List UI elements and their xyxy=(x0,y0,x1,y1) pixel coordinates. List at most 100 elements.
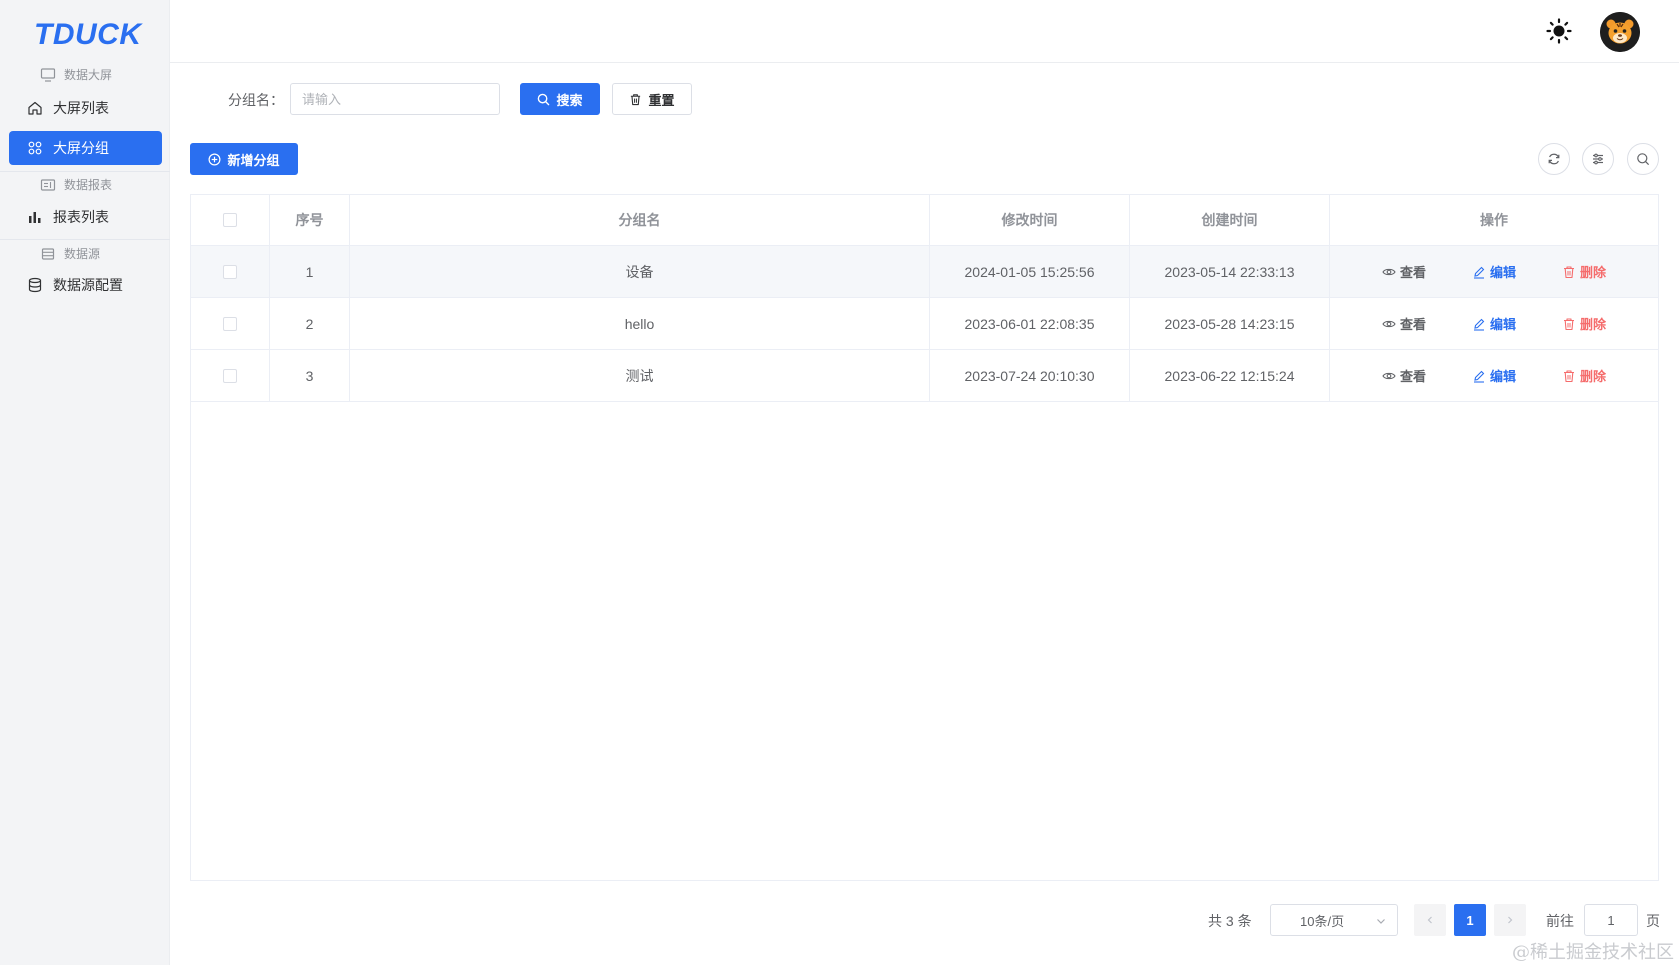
prev-page-button[interactable] xyxy=(1414,904,1446,936)
sidebar-item-label: 大屏列表 xyxy=(53,100,109,116)
sidebar-item-screen-list[interactable]: 大屏列表 xyxy=(9,91,162,125)
delete-label: 删除 xyxy=(1579,265,1606,280)
view-button[interactable]: 查看 xyxy=(1359,262,1449,281)
table-row[interactable]: 2 hello 2023-06-01 22:08:35 2023-05-28 1… xyxy=(191,298,1658,350)
row-actions: 查看 编辑 删除 xyxy=(1330,298,1658,349)
edit-label: 编辑 xyxy=(1489,265,1516,280)
grid-icon xyxy=(28,141,42,155)
refresh-button[interactable] xyxy=(1538,143,1570,175)
row-index: 2 xyxy=(270,298,350,349)
delete-button[interactable]: 删除 xyxy=(1539,314,1629,333)
edit-button[interactable]: 编辑 xyxy=(1449,262,1539,281)
modified-time-cell: 2023-07-24 20:10:30 xyxy=(930,350,1130,401)
sidebar-item-label: 报表列表 xyxy=(53,209,109,225)
column-settings-button[interactable] xyxy=(1582,143,1614,175)
group-name-input[interactable] xyxy=(290,83,500,115)
view-label: 查看 xyxy=(1399,265,1426,280)
tiger-avatar-icon xyxy=(1600,12,1640,52)
row-checkbox[interactable] xyxy=(223,264,237,279)
row-actions: 查看 编辑 删除 xyxy=(1330,350,1658,401)
group-name-label: 分组名： xyxy=(228,92,284,108)
sidebar: TDUCK 数据大屏 大屏列表 大屏分组 数据报表 报表列表 数据源 数据源配置 xyxy=(0,0,170,965)
column-header: 操作 xyxy=(1480,212,1508,228)
logo: TDUCK xyxy=(34,18,142,51)
monitor-icon xyxy=(40,67,56,82)
page-size-value: 10条/页 xyxy=(1300,913,1345,929)
group-name-cell: 设备 xyxy=(350,246,930,297)
row-select[interactable] xyxy=(191,246,270,297)
column-header: 修改时间 xyxy=(930,195,1130,245)
sidebar-item-screen-group[interactable]: 大屏分组 xyxy=(9,131,162,165)
column-header: 序号 xyxy=(270,195,350,245)
sidebar-divider xyxy=(0,171,170,172)
chevron-right-icon xyxy=(1508,916,1513,924)
sidebar-group-dashboard: 数据大屏 xyxy=(40,66,112,83)
trash-icon xyxy=(1563,369,1574,382)
row-index: 3 xyxy=(270,350,350,401)
sidebar-group-datasource: 数据源 xyxy=(40,245,100,262)
row-index: 1 xyxy=(270,246,350,297)
group-name-cell: hello xyxy=(350,298,930,349)
sidebar-item-report-list[interactable]: 报表列表 xyxy=(9,200,162,234)
row-checkbox[interactable] xyxy=(223,316,237,331)
header-select-all[interactable] xyxy=(191,195,270,245)
trash-icon xyxy=(1563,317,1574,330)
select-all-checkbox[interactable] xyxy=(223,213,237,227)
created-time-cell: 2023-06-22 12:15:24 xyxy=(1130,350,1330,401)
view-button[interactable]: 查看 xyxy=(1359,366,1449,385)
eye-icon xyxy=(1382,372,1396,379)
edit-icon xyxy=(1473,370,1485,383)
modified-time-cell: 2023-06-01 22:08:35 xyxy=(930,298,1130,349)
column-header: 创建时间 xyxy=(1130,195,1330,245)
row-actions: 查看 编辑 删除 xyxy=(1330,246,1658,297)
column-settings-icon xyxy=(1593,153,1603,165)
table-header-row: 序号 分组名 修改时间 创建时间 操作 xyxy=(191,195,1658,246)
goto-page-input[interactable] xyxy=(1584,904,1638,936)
delete-label: 删除 xyxy=(1579,369,1606,384)
edit-label: 编辑 xyxy=(1489,317,1516,332)
page-size-select[interactable]: 10条/页 xyxy=(1270,904,1398,936)
delete-button[interactable]: 删除 xyxy=(1539,262,1629,281)
table-row[interactable]: 3 测试 2023-07-24 20:10:30 2023-06-22 12:1… xyxy=(191,350,1658,402)
group-name-cell: 测试 xyxy=(350,350,930,401)
add-group-button[interactable]: 新增分组 xyxy=(190,143,298,175)
sidebar-item-label: 大屏分组 xyxy=(53,140,109,156)
avatar[interactable] xyxy=(1600,12,1640,52)
created-time-cell: 2023-05-14 22:33:13 xyxy=(1130,246,1330,297)
search-button[interactable]: 搜索 xyxy=(520,83,600,115)
next-page-button[interactable] xyxy=(1494,904,1526,936)
sidebar-item-label: 数据源配置 xyxy=(53,277,123,293)
sidebar-group-report: 数据报表 xyxy=(40,176,112,193)
toggle-search-button[interactable] xyxy=(1627,143,1659,175)
view-label: 查看 xyxy=(1399,317,1426,332)
modified-time-cell: 2024-01-05 15:25:56 xyxy=(930,246,1130,297)
row-checkbox[interactable] xyxy=(223,368,237,383)
goto-unit: 页 xyxy=(1646,913,1660,929)
row-select[interactable] xyxy=(191,350,270,401)
reset-button[interactable]: 重置 xyxy=(612,83,692,115)
page-number-1[interactable]: 1 xyxy=(1454,904,1486,936)
sun-icon[interactable] xyxy=(1546,18,1572,44)
home-icon xyxy=(28,101,42,115)
bar-chart-icon xyxy=(29,212,41,223)
chevron-left-icon xyxy=(1427,916,1432,924)
plus-circle-icon xyxy=(208,153,221,165)
sidebar-divider xyxy=(0,239,170,240)
edit-button[interactable]: 编辑 xyxy=(1449,366,1539,385)
created-time-cell: 2023-05-28 14:23:15 xyxy=(1130,298,1330,349)
datasource-icon xyxy=(41,247,55,260)
row-select[interactable] xyxy=(191,298,270,349)
sidebar-group-label: 数据报表 xyxy=(64,178,113,192)
view-button[interactable]: 查看 xyxy=(1359,314,1449,333)
delete-button[interactable]: 删除 xyxy=(1539,366,1629,385)
search-icon xyxy=(1637,153,1649,165)
sidebar-item-datasource-config[interactable]: 数据源配置 xyxy=(9,268,162,302)
group-table: 序号 分组名 修改时间 创建时间 操作 1 设备 2024-01-05 15:2… xyxy=(190,194,1659,881)
pagination-total: 共 3 条 xyxy=(1208,913,1252,929)
edit-icon xyxy=(1473,318,1485,331)
table-row[interactable]: 1 设备 2024-01-05 15:25:56 2023-05-14 22:3… xyxy=(191,246,1658,298)
sidebar-group-label: 数据源 xyxy=(64,247,101,261)
edit-button[interactable]: 编辑 xyxy=(1449,314,1539,333)
eye-icon xyxy=(1382,320,1396,327)
sidebar-group-label: 数据大屏 xyxy=(64,68,113,82)
